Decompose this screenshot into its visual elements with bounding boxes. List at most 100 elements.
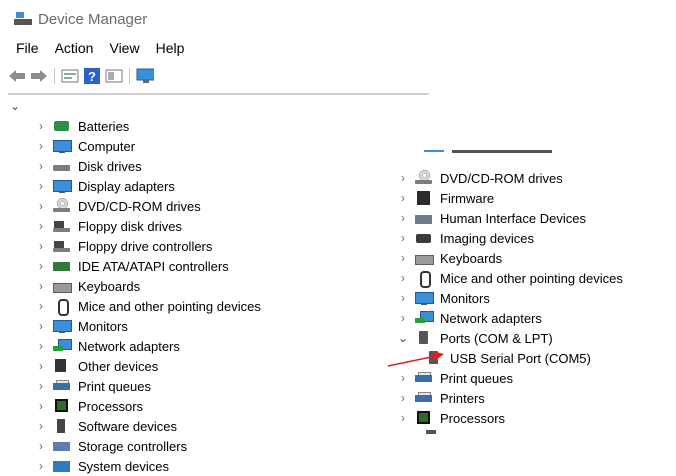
tree-item-display-adapters[interactable]: › Display adapters — [34, 176, 175, 196]
firmware-icon — [414, 190, 434, 206]
tree-item-processors[interactable]: › Processors — [396, 408, 505, 428]
menu-action[interactable]: Action — [55, 40, 94, 58]
tree-item-print-queues[interactable]: › Print queues — [34, 376, 151, 396]
chevron-right-icon[interactable]: › — [396, 251, 410, 265]
toolbar: ? — [8, 66, 158, 86]
tree-item-dvd-drives[interactable]: › DVD/CD-ROM drives — [34, 196, 201, 216]
tree-item-keyboards[interactable]: › Keyboards — [34, 276, 140, 296]
tree-item-monitors[interactable]: › Monitors — [34, 316, 128, 336]
device-manager-icon — [14, 11, 32, 27]
chevron-right-icon[interactable]: › — [34, 399, 48, 413]
chevron-right-icon[interactable]: › — [396, 271, 410, 285]
ide-icon — [52, 258, 72, 274]
chevron-right-icon[interactable]: › — [34, 179, 48, 193]
tree-item-label: Processors — [78, 398, 144, 414]
tree-item-floppy-drive-controllers[interactable]: › Floppy drive controllers — [34, 236, 212, 256]
tree-item-label: Mice and other pointing devices — [78, 298, 261, 314]
help-icon[interactable]: ? — [83, 68, 101, 84]
chevron-right-icon[interactable]: › — [34, 219, 48, 233]
tree-item-keyboards[interactable]: › Keyboards — [396, 248, 502, 268]
tree-item-label: Batteries — [78, 118, 130, 134]
menu-file[interactable]: File — [16, 40, 39, 58]
tree-item-label: Other devices — [78, 358, 159, 374]
disk-drive-icon — [52, 158, 72, 174]
properties-icon[interactable] — [61, 68, 79, 84]
forward-icon[interactable] — [30, 68, 48, 84]
tree-item-hid[interactable]: › Human Interface Devices — [396, 208, 586, 228]
tree-item-dvd-drives[interactable]: › DVD/CD-ROM drives — [396, 168, 563, 188]
chevron-right-icon[interactable]: › — [396, 391, 410, 405]
chevron-right-icon[interactable]: › — [34, 339, 48, 353]
tree-item-monitors[interactable]: › Monitors — [396, 288, 490, 308]
network-icon — [52, 338, 72, 354]
tree-item-mice[interactable]: › Mice and other pointing devices — [34, 296, 261, 316]
network-icon — [414, 310, 434, 326]
chevron-right-icon[interactable]: › — [396, 291, 410, 305]
software-icon — [52, 418, 72, 434]
toolbar-divider — [129, 68, 130, 84]
mouse-icon — [414, 270, 434, 288]
tree-item-label: Network adapters — [78, 338, 180, 354]
chevron-right-icon[interactable]: › — [396, 171, 410, 185]
tree-item-network-adapters[interactable]: › Network adapters — [34, 336, 180, 356]
print-queue-icon — [52, 378, 72, 394]
tree-item-firmware[interactable]: › Firmware — [396, 188, 494, 208]
tree-item-label: Floppy disk drives — [78, 218, 183, 234]
chevron-right-icon[interactable]: › — [396, 211, 410, 225]
tree-item-label: Storage controllers — [78, 438, 188, 454]
chevron-right-icon[interactable]: › — [34, 459, 48, 473]
tree-item-label: Display adapters — [78, 178, 175, 194]
chevron-right-icon[interactable]: › — [34, 139, 48, 153]
chevron-right-icon[interactable]: › — [396, 191, 410, 205]
menu-help[interactable]: Help — [156, 40, 185, 58]
tree-item-printers[interactable]: › Printers — [396, 388, 485, 408]
chevron-right-icon[interactable]: › — [34, 379, 48, 393]
chevron-right-icon[interactable]: › — [396, 311, 410, 325]
tree-item-label: Print queues — [78, 378, 151, 394]
tree-item-label: Disk drives — [78, 158, 142, 174]
chevron-right-icon[interactable]: › — [34, 199, 48, 213]
view-icon[interactable] — [105, 68, 123, 84]
chevron-down-icon[interactable]: ⌄ — [10, 99, 20, 113]
tree-item-batteries[interactable]: › Batteries — [34, 116, 129, 136]
annotation-arrow — [387, 351, 444, 367]
tree-item-storage-controllers[interactable]: › Storage controllers — [34, 436, 187, 456]
chevron-right-icon[interactable]: › — [34, 359, 48, 373]
tree-item-label: Printers — [440, 390, 485, 406]
tree-item-disk-drives[interactable]: › Disk drives — [34, 156, 142, 176]
chevron-right-icon[interactable]: › — [34, 439, 48, 453]
tree-item-mice[interactable]: › Mice and other pointing devices — [396, 268, 623, 288]
chevron-right-icon[interactable]: › — [34, 119, 48, 133]
tree-item-network-adapters[interactable]: › Network adapters — [396, 308, 542, 328]
tree-item-other-devices[interactable]: › Other devices — [34, 356, 158, 376]
tree-item-label: Software devices — [78, 418, 177, 434]
title-bar: Device Manager — [14, 8, 147, 30]
keyboard-icon — [414, 250, 434, 266]
system-icon — [52, 458, 72, 474]
chevron-right-icon[interactable]: › — [34, 319, 48, 333]
tree-item-computer[interactable]: › Computer — [34, 136, 135, 156]
chevron-right-icon[interactable]: › — [34, 419, 48, 433]
chevron-right-icon[interactable]: › — [34, 279, 48, 293]
tree-item-system-devices[interactable]: › System devices — [34, 456, 169, 476]
tree-item-ide-controllers[interactable]: › IDE ATA/ATAPI controllers — [34, 256, 229, 276]
tree-item-software-devices[interactable]: › Software devices — [34, 416, 177, 436]
window-title: Device Manager — [38, 10, 148, 28]
processor-icon — [52, 398, 72, 414]
chevron-right-icon[interactable]: › — [34, 299, 48, 313]
chevron-right-icon[interactable]: › — [34, 259, 48, 273]
tree-item-label: Keyboards — [440, 250, 503, 266]
chevron-right-icon[interactable]: › — [396, 231, 410, 245]
monitor-icon[interactable] — [136, 68, 154, 84]
menu-view[interactable]: View — [109, 40, 139, 58]
device-tree-right: › DVD/CD-ROM drives › Firmware › Human Inte… — [396, 150, 674, 440]
chevron-right-icon[interactable]: › — [34, 159, 48, 173]
toolbar-separator-line — [8, 93, 429, 95]
tree-item-floppy-disk-drives[interactable]: › Floppy disk drives — [34, 216, 182, 236]
chevron-right-icon[interactable]: › — [396, 411, 410, 425]
chevron-right-icon[interactable]: › — [34, 239, 48, 253]
tree-item-imaging[interactable]: › Imaging devices — [396, 228, 534, 248]
tree-item-processors[interactable]: › Processors — [34, 396, 143, 416]
battery-icon — [52, 118, 72, 134]
back-icon[interactable] — [8, 68, 26, 84]
